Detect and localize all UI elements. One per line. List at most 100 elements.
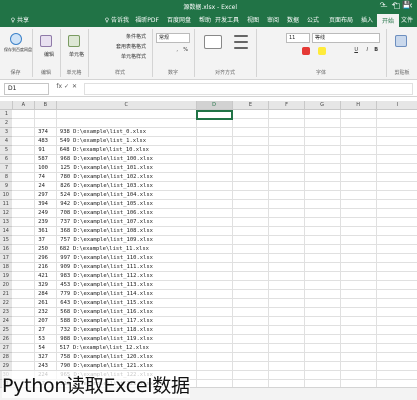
italic-icon[interactable]: I: [367, 47, 368, 53]
cell-b-24[interactable]: 207: [38, 318, 48, 324]
save-to-baidu-button[interactable]: 保存到百度网盘: [4, 47, 32, 53]
cell-b-5[interactable]: 91: [38, 147, 45, 153]
cell-b-10[interactable]: 297: [38, 192, 48, 198]
tab-view[interactable]: 视图: [247, 15, 259, 24]
cell-c-16[interactable]: 682 D:\example\list_11.xlsx: [60, 246, 149, 252]
cell-c-10[interactable]: 524 D:\example\list_104.xlsx: [60, 192, 153, 198]
baidu-cloud-icon[interactable]: [10, 33, 22, 45]
cell-b-6[interactable]: 587: [38, 156, 48, 162]
row-header-3[interactable]: 3: [0, 128, 12, 137]
row-header-9[interactable]: 9: [0, 182, 12, 191]
row-header-2[interactable]: 2: [0, 119, 12, 128]
cell-c-5[interactable]: 648 D:\example\list_10.xlsx: [60, 147, 149, 153]
enter-icon[interactable]: ✓: [64, 83, 69, 90]
row-header-6[interactable]: 6: [0, 155, 12, 164]
column-header-i[interactable]: I: [376, 101, 417, 110]
cell-b-9[interactable]: 24: [38, 183, 45, 189]
cell-c-3[interactable]: 938 D:\example\list_0.xlsx: [60, 129, 146, 135]
cell-c-23[interactable]: 568 D:\example\list_116.xlsx: [60, 309, 153, 315]
tab-baidu-netdisk[interactable]: 百度网盘: [167, 15, 191, 24]
column-header-d[interactable]: D: [196, 101, 232, 110]
cell-b-27[interactable]: 54: [38, 345, 45, 351]
cell-b-7[interactable]: 100: [38, 165, 48, 171]
row-header-28[interactable]: 28: [0, 353, 12, 362]
column-header-a[interactable]: A: [12, 101, 34, 110]
column-header-b[interactable]: B: [34, 101, 56, 110]
redo-icon[interactable]: ↷: [378, 1, 387, 10]
row-header-13[interactable]: 13: [0, 218, 12, 227]
bold-icon[interactable]: B: [374, 47, 378, 53]
cell-b-29[interactable]: 243: [38, 363, 48, 369]
column-header-f[interactable]: F: [268, 101, 304, 110]
cell-b-23[interactable]: 232: [38, 309, 48, 315]
row-header-23[interactable]: 23: [0, 308, 12, 317]
cell-b-13[interactable]: 239: [38, 219, 48, 225]
row-header-26[interactable]: 26: [0, 335, 12, 344]
row-header-21[interactable]: 21: [0, 290, 12, 299]
cell-c-12[interactable]: 708 D:\example\list_106.xlsx: [60, 210, 153, 216]
row-header-8[interactable]: 8: [0, 173, 12, 182]
cell-b-26[interactable]: 53: [38, 336, 45, 342]
cell-b-12[interactable]: 249: [38, 210, 48, 216]
cell-c-29[interactable]: 790 D:\example\list_121.xlsx: [60, 363, 153, 369]
row-header-16[interactable]: 16: [0, 245, 12, 254]
column-header-e[interactable]: E: [232, 101, 268, 110]
cell-c-27[interactable]: 517 D:\example\list_12.xlsx: [60, 345, 149, 351]
cell-b-17[interactable]: 296: [38, 255, 48, 261]
cell-c-22[interactable]: 643 D:\example\list_115.xlsx: [60, 300, 153, 306]
cell-b-14[interactable]: 361: [38, 228, 48, 234]
align-bottom-icon[interactable]: [234, 47, 248, 49]
column-header-g[interactable]: G: [304, 101, 340, 110]
undo-icon[interactable]: ↶: [390, 1, 399, 10]
cell-c-13[interactable]: 737 D:\example\list_107.xlsx: [60, 219, 153, 225]
cell-c-6[interactable]: 968 D:\example\list_100.xlsx: [60, 156, 153, 162]
row-header-18[interactable]: 18: [0, 263, 12, 272]
cell-c-24[interactable]: 588 D:\example\list_117.xlsx: [60, 318, 153, 324]
font-color-icon[interactable]: [302, 47, 310, 55]
tab-page-layout[interactable]: 页面布局: [329, 15, 353, 24]
cell-b-28[interactable]: 327: [38, 354, 48, 360]
row-header-24[interactable]: 24: [0, 317, 12, 326]
row-header-19[interactable]: 19: [0, 272, 12, 281]
cell-b-8[interactable]: 74: [38, 174, 45, 180]
row-header-5[interactable]: 5: [0, 146, 12, 155]
cell-b-19[interactable]: 421: [38, 273, 48, 279]
tab-insert[interactable]: 插入: [361, 15, 373, 24]
active-cell-d1[interactable]: [196, 110, 233, 120]
merge-center-icon[interactable]: [204, 35, 222, 49]
row-header-20[interactable]: 20: [0, 281, 12, 290]
cell-b-22[interactable]: 261: [38, 300, 48, 306]
cell-c-15[interactable]: 757 D:\example\list_109.xlsx: [60, 237, 153, 243]
tab-home[interactable]: 开始: [376, 14, 399, 27]
cell-c-7[interactable]: 125 D:\example\list_101.xlsx: [60, 165, 153, 171]
cell-b-15[interactable]: 37: [38, 237, 45, 243]
font-name-select[interactable]: 等线: [312, 33, 380, 43]
cell-c-25[interactable]: 732 D:\example\list_118.xlsx: [60, 327, 153, 333]
row-header-17[interactable]: 17: [0, 254, 12, 263]
fill-color-icon[interactable]: [318, 47, 326, 55]
cell-b-11[interactable]: 394: [38, 201, 48, 207]
share-button[interactable]: ♀ 共享: [11, 15, 29, 24]
tab-foxit-pdf[interactable]: 福昕PDF: [135, 15, 159, 24]
tab-review[interactable]: 审阅: [267, 15, 279, 24]
tab-help[interactable]: 帮助: [199, 15, 211, 24]
cells-button[interactable]: 单元格: [69, 51, 84, 58]
cell-b-16[interactable]: 250: [38, 246, 48, 252]
row-header-22[interactable]: 22: [0, 299, 12, 308]
editing-button[interactable]: 编辑: [44, 51, 54, 58]
tell-me-search[interactable]: ♀ 告诉我: [105, 15, 129, 24]
row-header-25[interactable]: 25: [0, 326, 12, 335]
save-icon[interactable]: 💾: [402, 1, 411, 10]
cell-b-20[interactable]: 329: [38, 282, 48, 288]
formula-input[interactable]: [84, 83, 413, 95]
cell-c-11[interactable]: 942 D:\example\list_105.xlsx: [60, 201, 153, 207]
cell-b-25[interactable]: 27: [38, 327, 45, 333]
paste-icon[interactable]: [395, 35, 407, 47]
cell-b-21[interactable]: 284: [38, 291, 48, 297]
cell-c-14[interactable]: 368 D:\example\list_108.xlsx: [60, 228, 153, 234]
cell-c-20[interactable]: 453 D:\example\list_113.xlsx: [60, 282, 153, 288]
cell-styles-button[interactable]: 单元格样式: [121, 53, 146, 60]
cell-b-4[interactable]: 483: [38, 138, 48, 144]
cell-b-18[interactable]: 216: [38, 264, 48, 270]
cell-c-4[interactable]: 549 D:\example\list_1.xlsx: [60, 138, 146, 144]
